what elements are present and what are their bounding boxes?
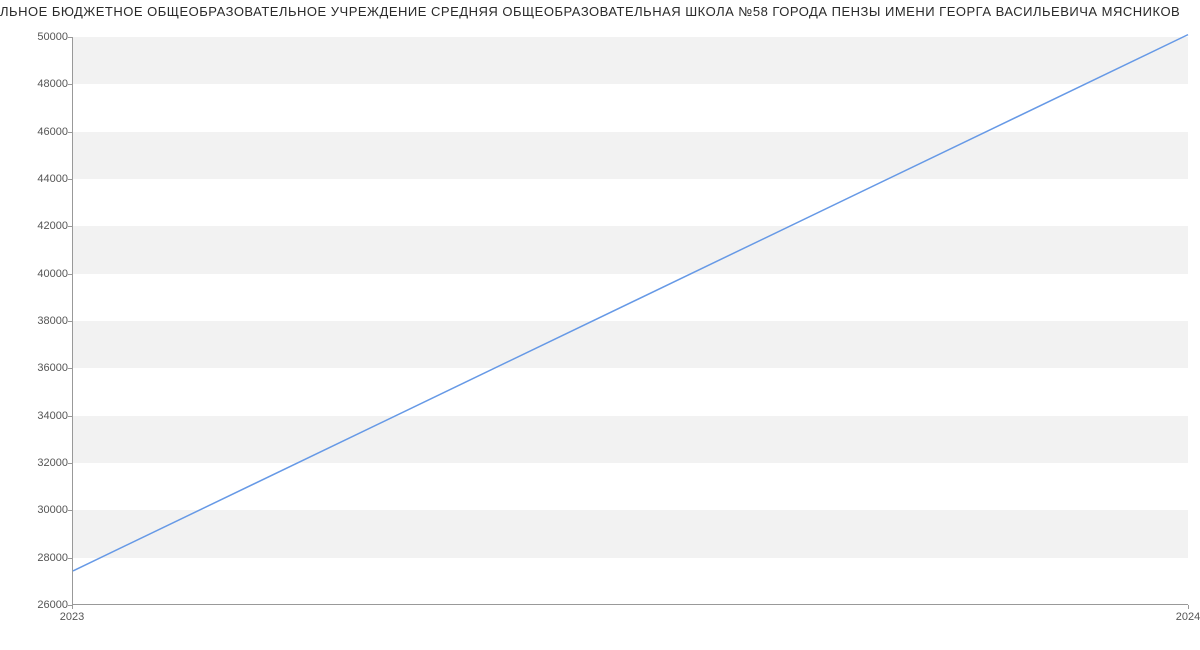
y-tick-label: 40000	[8, 268, 68, 280]
y-tick-mark	[68, 132, 72, 133]
chart-svg	[73, 37, 1188, 604]
chart-container: 26000 28000 30000 32000 34000 36000 38000 40000…	[0, 19, 1200, 644]
x-tick-label: 2023	[60, 611, 84, 623]
y-tick-mark	[68, 226, 72, 227]
y-tick-mark	[68, 368, 72, 369]
y-tick-label: 42000	[8, 220, 68, 232]
y-tick-label: 30000	[8, 504, 68, 516]
y-tick-label: 48000	[8, 78, 68, 90]
y-tick-mark	[68, 37, 72, 38]
y-tick-label: 36000	[8, 362, 68, 374]
y-tick-mark	[68, 274, 72, 275]
y-tick-mark	[68, 463, 72, 464]
chart-title: ЛЬНОЕ БЮДЖЕТНОЕ ОБЩЕОБРАЗОВАТЕЛЬНОЕ УЧРЕ…	[0, 0, 1200, 19]
y-tick-mark	[68, 84, 72, 85]
y-tick-mark	[68, 179, 72, 180]
y-tick-mark	[68, 321, 72, 322]
y-tick-label: 46000	[8, 126, 68, 138]
x-tick-mark	[1188, 605, 1189, 609]
y-tick-mark	[68, 416, 72, 417]
plot-area	[72, 37, 1188, 605]
y-tick-label: 28000	[8, 552, 68, 564]
x-tick-mark	[72, 605, 73, 609]
y-tick-mark	[68, 558, 72, 559]
y-tick-label: 34000	[8, 410, 68, 422]
y-tick-label: 44000	[8, 173, 68, 185]
y-tick-label: 50000	[8, 31, 68, 43]
x-tick-label: 2024	[1176, 611, 1200, 623]
data-line	[73, 35, 1188, 571]
y-tick-label: 32000	[8, 457, 68, 469]
y-tick-label: 38000	[8, 315, 68, 327]
y-tick-label: 26000	[8, 599, 68, 611]
y-tick-mark	[68, 510, 72, 511]
